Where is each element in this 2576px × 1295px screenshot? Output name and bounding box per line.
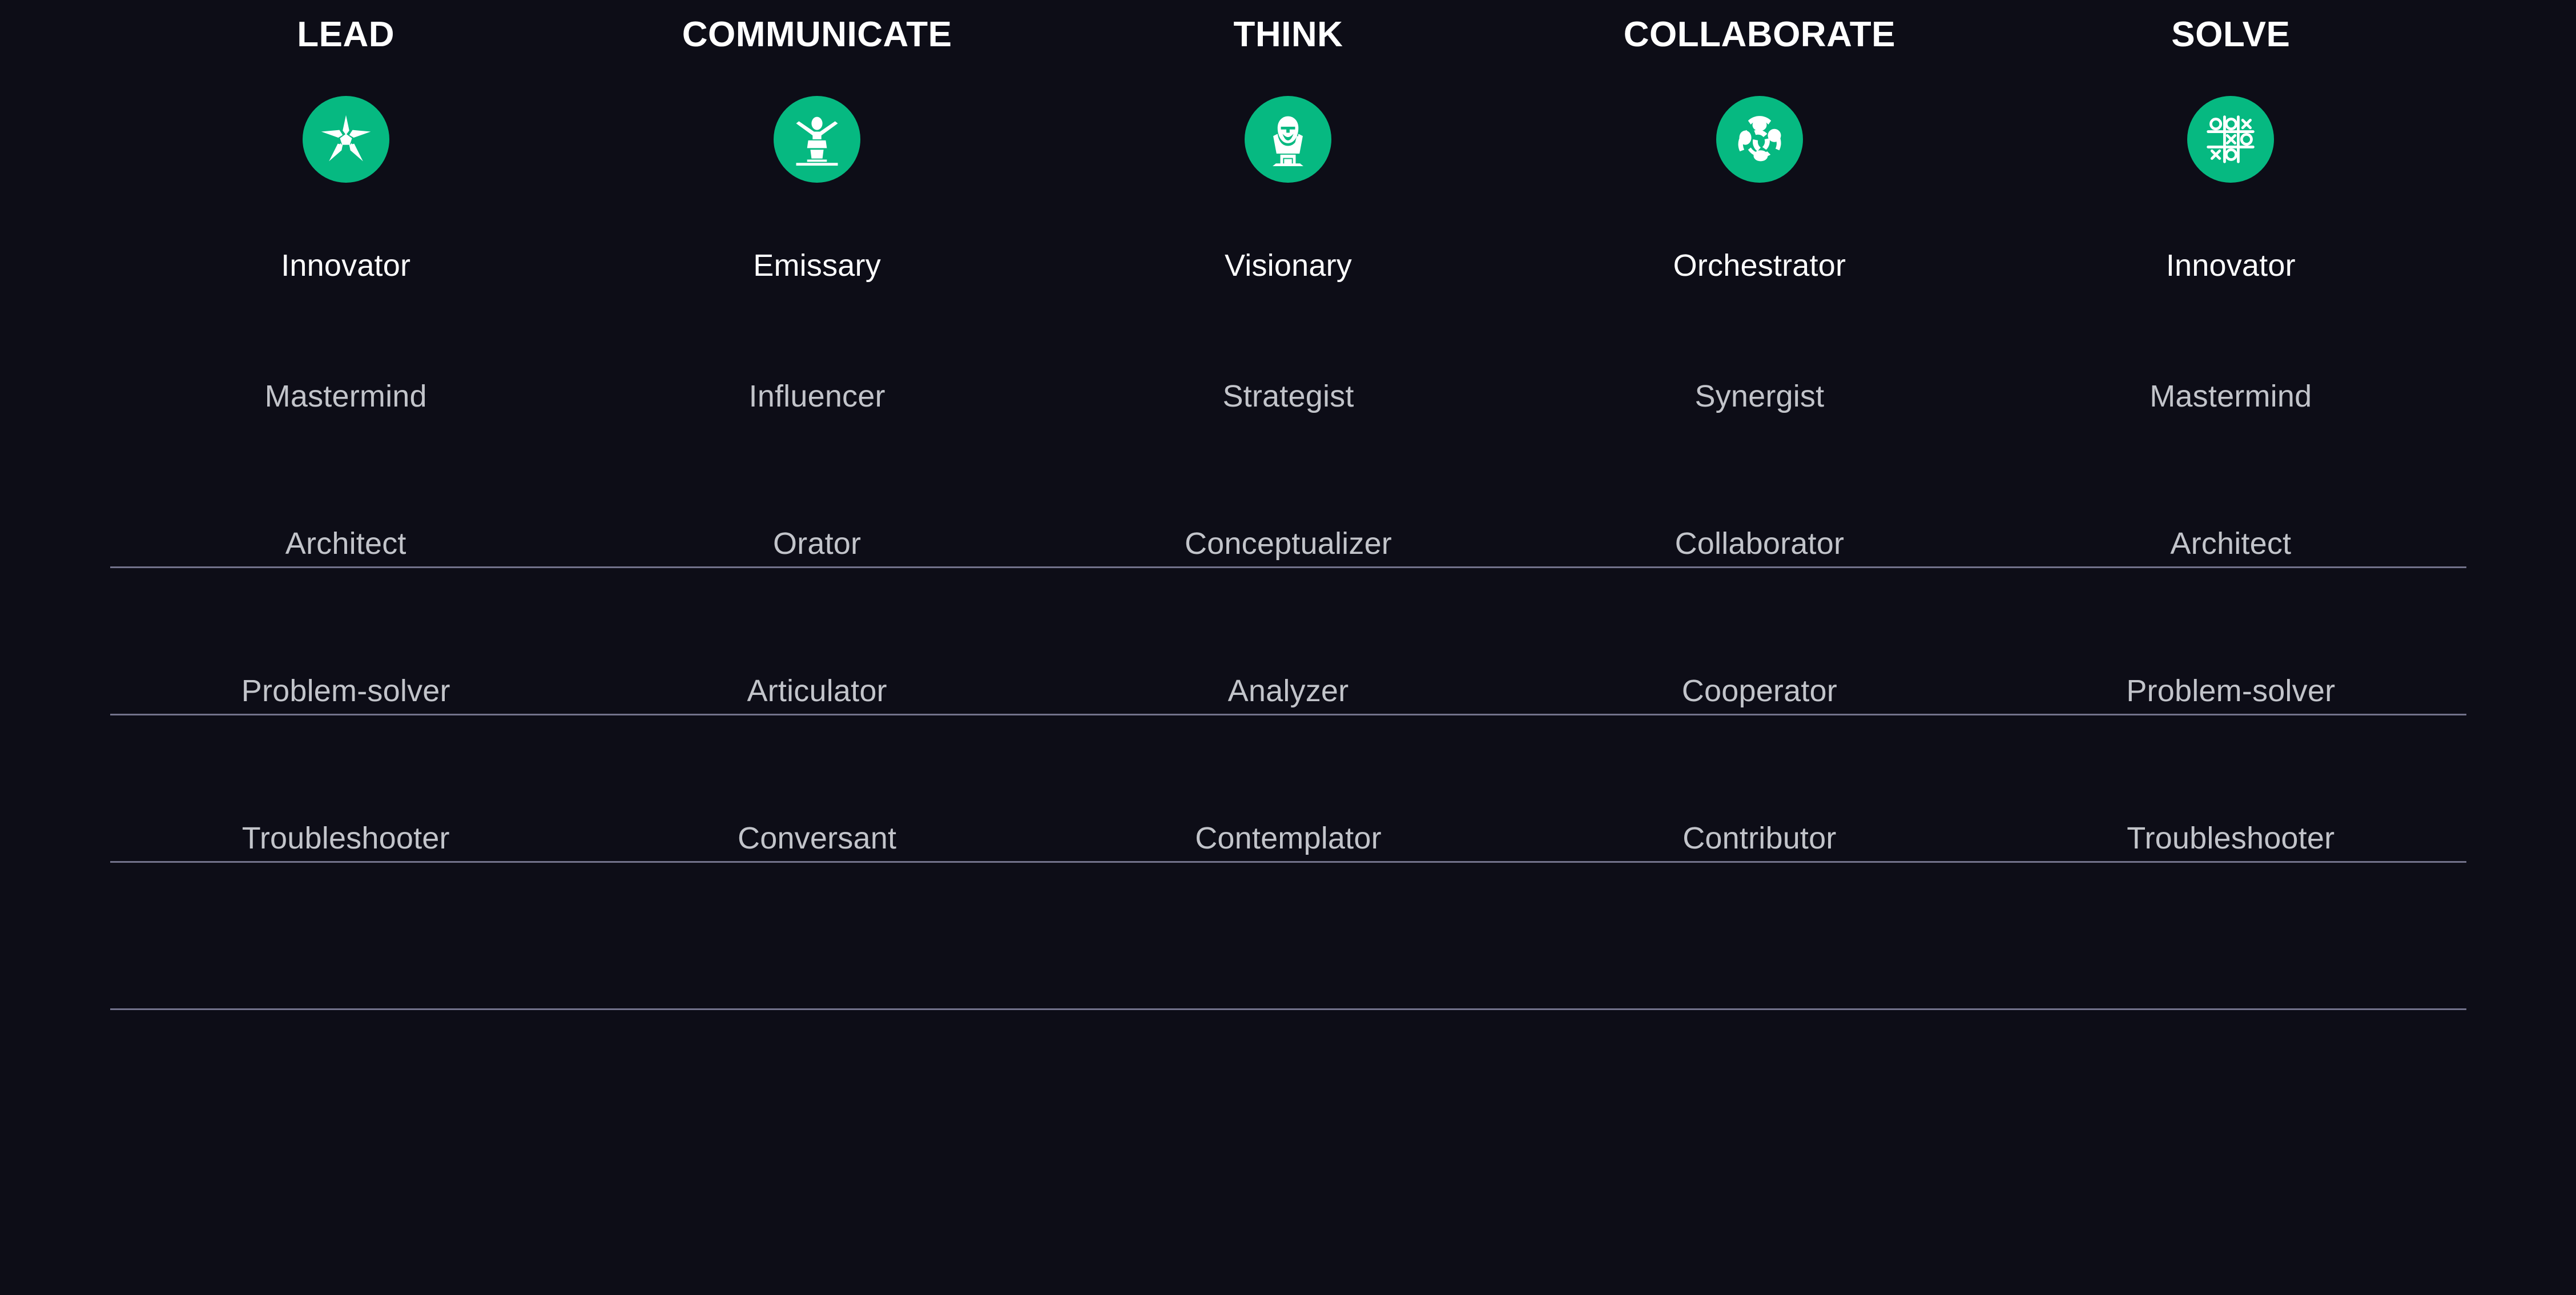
table-cell: Innovator: [1995, 209, 2466, 323]
icon-badge-think: [1245, 96, 1332, 183]
role-label: Troubleshooter: [242, 821, 450, 856]
table-cell: Collaborator: [1524, 470, 1995, 618]
row-divider: [110, 566, 2466, 568]
role-label: Orator: [772, 526, 862, 561]
table-cell: Mastermind: [110, 323, 581, 470]
table-cell: Cooperator: [1524, 618, 1995, 765]
role-label: Conversant: [738, 821, 897, 856]
role-label: Strategist: [1222, 379, 1354, 414]
column-header-label: LEAD: [297, 15, 395, 54]
skills-matrix-grid: LEAD COMMUNICATE THINK COLLABORATE SOLVE: [110, 0, 2466, 1295]
role-label: Orchestrator: [1673, 248, 1846, 283]
role-label: Problem-solver: [241, 674, 450, 709]
icon-cell-collaborate: [1524, 70, 1995, 209]
teamwork-circle-icon: [1738, 116, 1781, 162]
table-cell: Visionary: [1053, 209, 1524, 323]
philosopher-bust-icon: [1273, 116, 1304, 167]
role-label: Innovator: [2166, 248, 2296, 283]
role-label: Synergist: [1694, 379, 1825, 414]
column-header-label: THINK: [1233, 15, 1343, 54]
role-label: Problem-solver: [2126, 674, 2336, 709]
table-cell: Emissary: [581, 209, 1052, 323]
icon-cell-think: [1053, 70, 1524, 209]
icon-cell-communicate: [581, 70, 1052, 209]
row-divider: [110, 1008, 2466, 1010]
icon-badge-lead: [302, 96, 389, 183]
faceted-star-icon: [321, 115, 371, 162]
tic-tac-toe-icon: [2207, 115, 2255, 163]
role-label: Cooperator: [1681, 674, 1837, 709]
table-cell: Contemplator: [1053, 765, 1524, 912]
column-header-label: COLLABORATE: [1623, 15, 1895, 54]
table-cell: Architect: [1995, 470, 2466, 618]
column-header-collaborate: COLLABORATE: [1524, 0, 1995, 70]
table-cell: Strategist: [1053, 323, 1524, 470]
column-header-solve: SOLVE: [1995, 0, 2466, 70]
table-cell: Analyzer: [1053, 618, 1524, 765]
column-header-lead: LEAD: [110, 0, 581, 70]
skills-matrix-board: LEAD COMMUNICATE THINK COLLABORATE SOLVE: [0, 0, 2576, 1295]
table-cell: Conversant: [581, 765, 1052, 912]
table-cell: Influencer: [581, 323, 1052, 470]
table-cell: Troubleshooter: [110, 765, 581, 912]
table-cell: Problem-solver: [1995, 618, 2466, 765]
table-cell: Articulator: [581, 618, 1052, 765]
row-divider: [110, 861, 2466, 863]
table-cell: Synergist: [1524, 323, 1995, 470]
icon-badge-communicate: [774, 96, 861, 183]
role-label: Architect: [285, 526, 406, 561]
table-cell: Innovator: [110, 209, 581, 323]
role-label: Analyzer: [1227, 674, 1349, 709]
role-label: Visionary: [1225, 248, 1352, 283]
icon-badge-solve: [2187, 96, 2275, 183]
role-label: Innovator: [281, 248, 411, 283]
table-cell: Mastermind: [1995, 323, 2466, 470]
podium-speaker-icon: [796, 116, 838, 166]
role-label: Contemplator: [1195, 821, 1382, 856]
role-label: Collaborator: [1675, 526, 1845, 561]
table-cell: Orchestrator: [1524, 209, 1995, 323]
table-cell: Troubleshooter: [1995, 765, 2466, 912]
role-label: Emissary: [753, 248, 881, 283]
role-label: Architect: [2170, 526, 2292, 561]
table-cell: Problem-solver: [110, 618, 581, 765]
column-header-think: THINK: [1053, 0, 1524, 70]
icon-cell-lead: [110, 70, 581, 209]
table-cell: Contributor: [1524, 765, 1995, 912]
role-label: Influencer: [748, 379, 886, 414]
table-cell: Conceptualizer: [1053, 470, 1524, 618]
row-divider: [110, 714, 2466, 715]
column-header-communicate: COMMUNICATE: [581, 0, 1052, 70]
role-label: Mastermind: [2150, 379, 2312, 414]
role-label: Articulator: [747, 674, 887, 709]
role-label: Mastermind: [264, 379, 427, 414]
column-header-label: COMMUNICATE: [682, 15, 952, 54]
icon-cell-solve: [1995, 70, 2466, 209]
table-cell: Orator: [581, 470, 1052, 618]
role-label: Contributor: [1683, 821, 1837, 856]
role-label: Conceptualizer: [1184, 526, 1392, 561]
column-header-label: SOLVE: [2171, 15, 2291, 54]
icon-badge-collaborate: [1716, 96, 1803, 183]
table-cell: Architect: [110, 470, 581, 618]
role-label: Troubleshooter: [2127, 821, 2335, 856]
